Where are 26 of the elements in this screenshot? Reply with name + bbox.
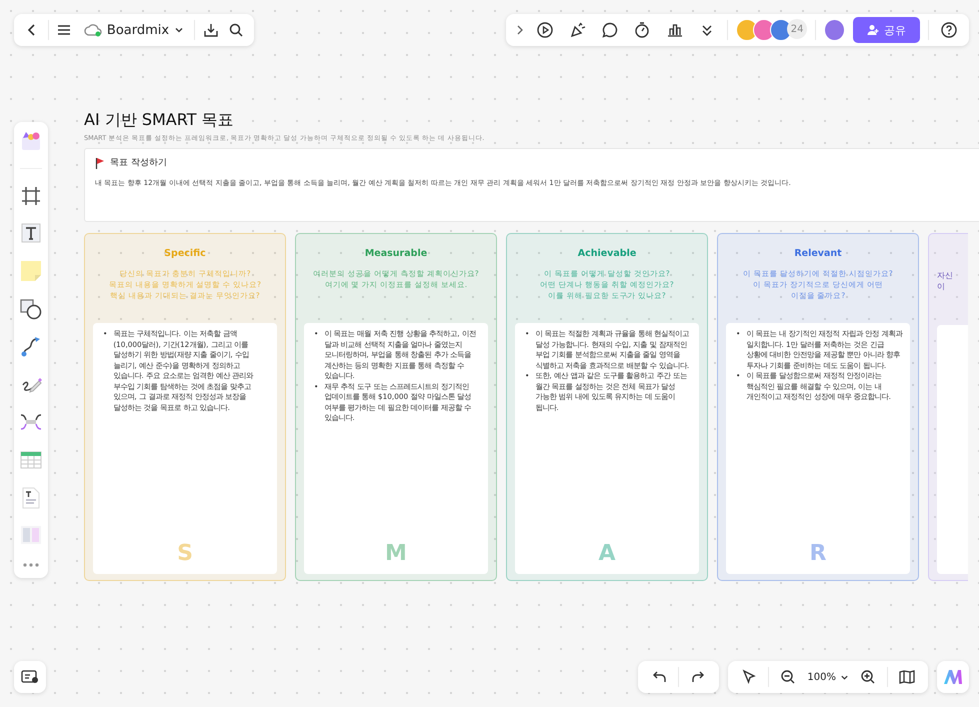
more-icon[interactable] bbox=[22, 562, 40, 568]
card-letter: A bbox=[597, 541, 617, 566]
board-title: AI 기반 SMART 목표 bbox=[84, 110, 235, 131]
templates-icon[interactable] bbox=[20, 130, 42, 152]
card-questions: 자신 이 bbox=[937, 270, 954, 293]
connector-icon[interactable] bbox=[20, 336, 42, 358]
card-letter: S bbox=[176, 541, 194, 566]
cloud-icon bbox=[84, 23, 102, 37]
goal-heading: 목표 작성하기 bbox=[110, 157, 167, 169]
user-plus-icon bbox=[866, 24, 879, 36]
frame-icon[interactable] bbox=[20, 184, 42, 206]
card-title: Measurable bbox=[364, 248, 428, 259]
user-avatar[interactable] bbox=[824, 19, 845, 41]
caret-icon bbox=[174, 25, 184, 35]
card-title: Relevant bbox=[793, 248, 843, 259]
flag-icon bbox=[95, 156, 105, 168]
card-title: Specific bbox=[163, 248, 207, 259]
document-icon[interactable] bbox=[20, 486, 42, 508]
text-icon[interactable] bbox=[20, 222, 42, 244]
share-button[interactable]: 공유 bbox=[852, 17, 920, 43]
card-letter: M bbox=[384, 541, 408, 566]
card-title: Achievable bbox=[576, 248, 638, 259]
zoom-level[interactable]: 100% bbox=[807, 672, 849, 682]
card-letter: R bbox=[808, 541, 828, 566]
shapes-icon[interactable] bbox=[20, 298, 42, 320]
logo-icon[interactable] bbox=[937, 661, 969, 693]
